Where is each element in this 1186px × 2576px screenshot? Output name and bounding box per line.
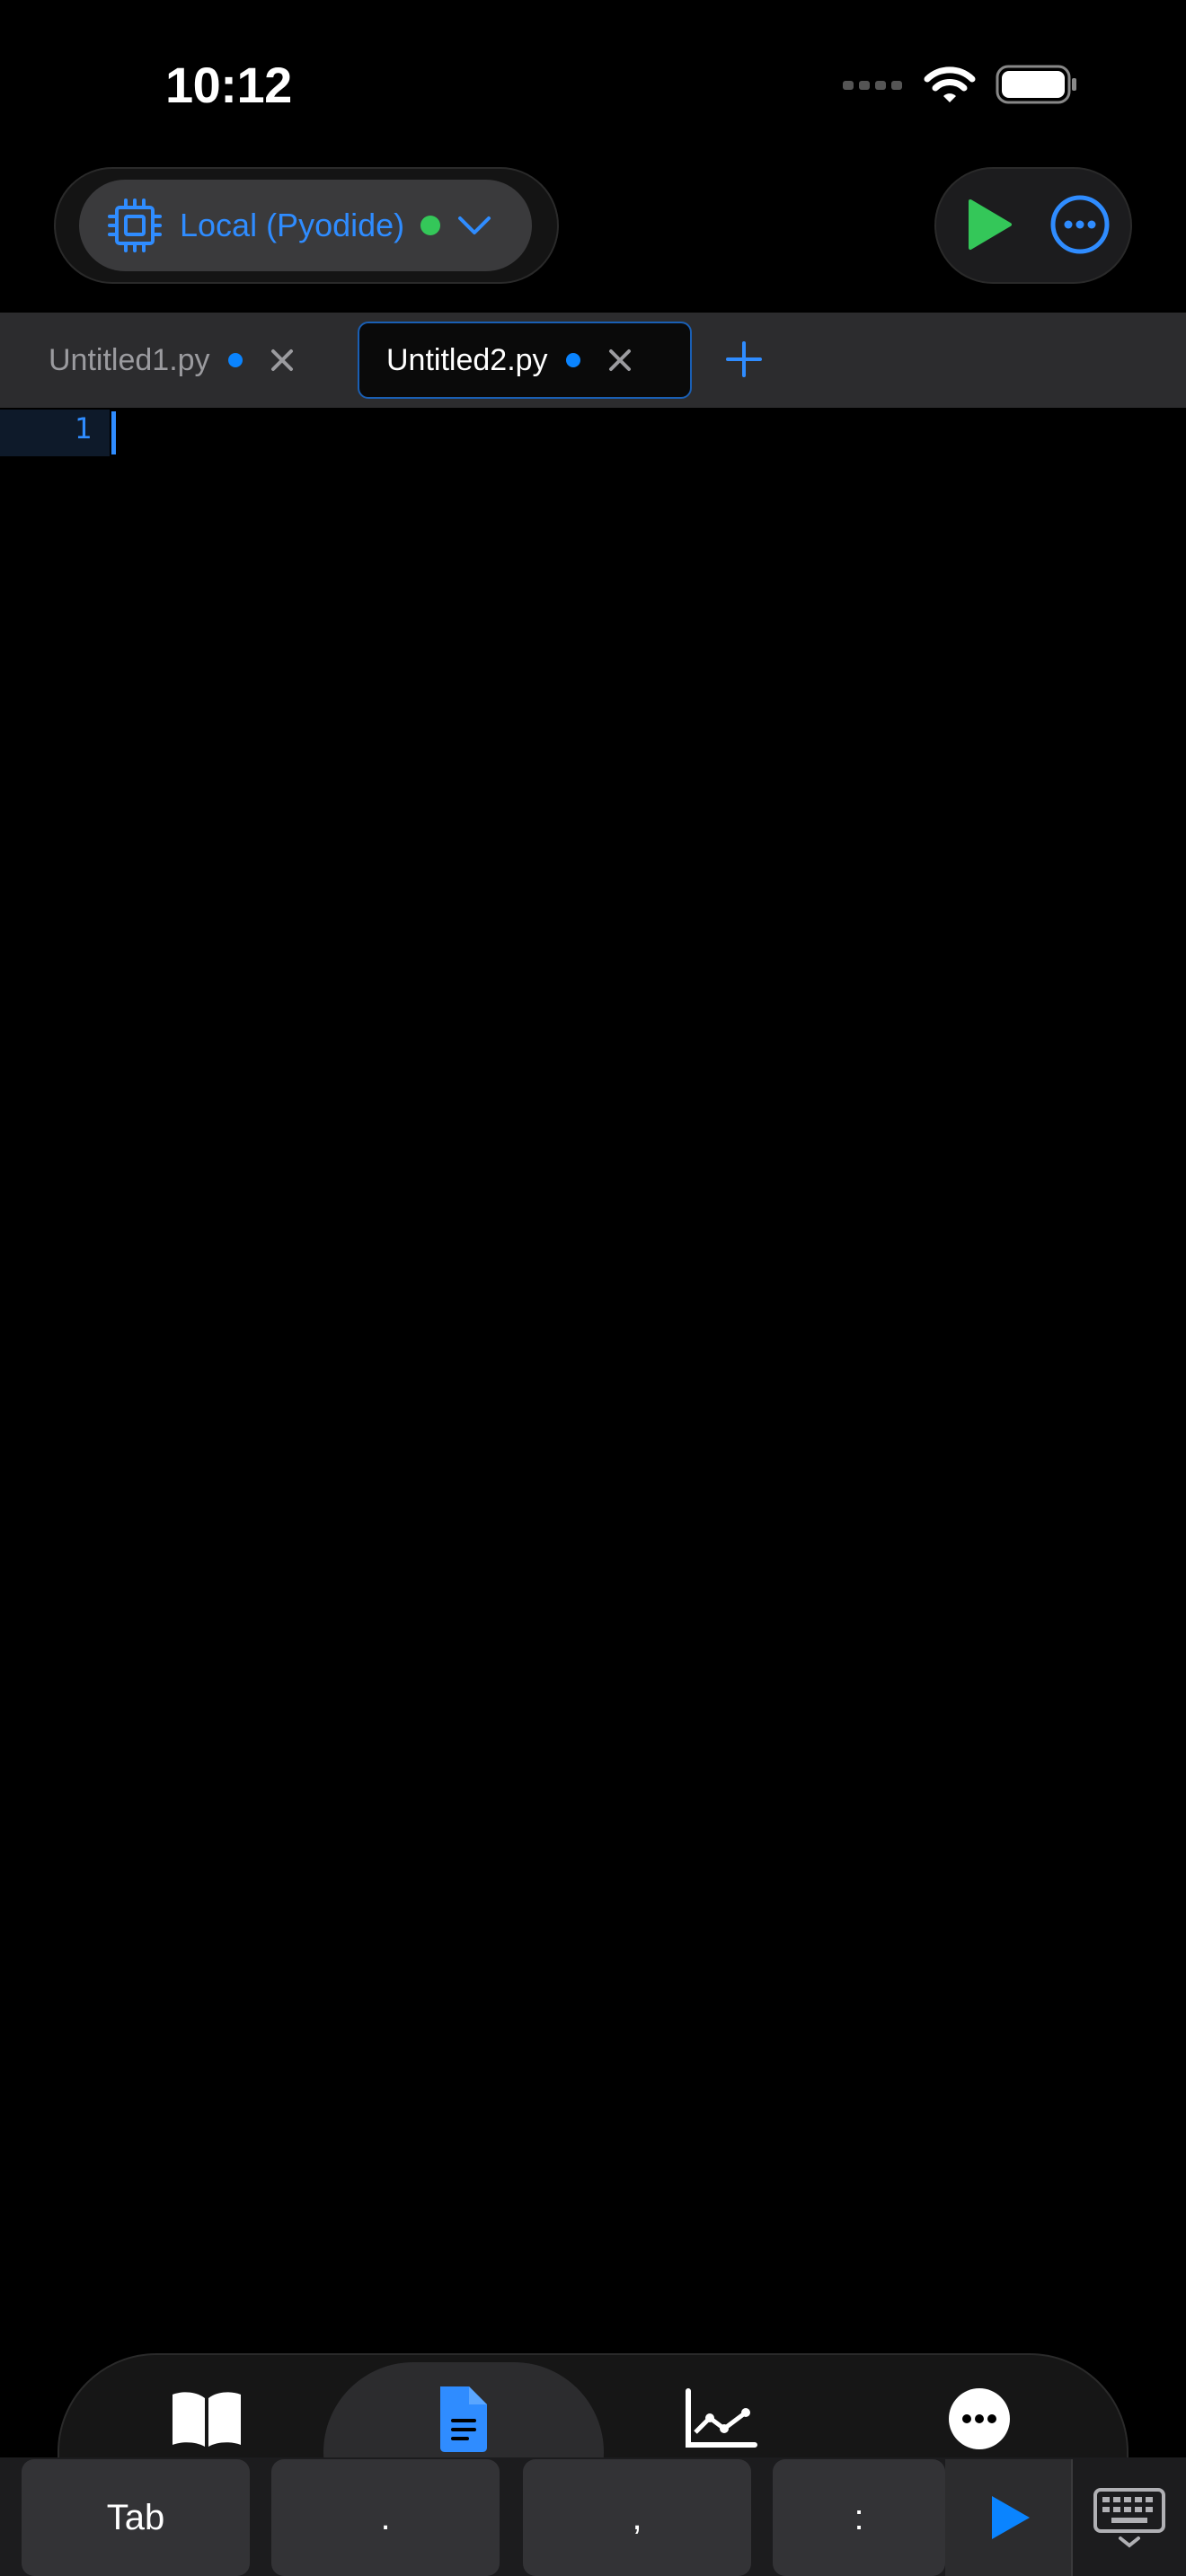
tab-bar: Untitled1.py Untitled2.py xyxy=(0,313,1186,408)
tab-label: Untitled2.py xyxy=(386,342,548,377)
key-comma[interactable]: , xyxy=(523,2459,751,2576)
book-icon xyxy=(173,2392,241,2447)
plus-icon xyxy=(726,341,762,377)
kernel-selector[interactable]: Local (Pyodide) xyxy=(79,180,532,271)
tab-label: Untitled1.py xyxy=(49,342,210,377)
nav-item-plots[interactable] xyxy=(676,2378,766,2459)
unsaved-dot xyxy=(565,353,580,367)
play-icon xyxy=(969,199,1012,250)
key-period[interactable]: . xyxy=(271,2459,500,2576)
more-circle-icon xyxy=(949,2388,1010,2449)
run-controls xyxy=(934,167,1132,284)
more-options-button[interactable] xyxy=(1049,194,1111,255)
nav-item-editor[interactable] xyxy=(419,2378,509,2459)
line-chart-icon xyxy=(686,2388,757,2448)
close-icon xyxy=(608,349,631,371)
status-time: 10:12 xyxy=(165,57,292,113)
accessory-run-button[interactable] xyxy=(945,2459,1071,2576)
line-number: 1 xyxy=(74,411,92,446)
tab-untitled1[interactable]: Untitled1.py xyxy=(27,322,332,399)
close-tab-button[interactable] xyxy=(270,348,295,373)
ellipsis-circle-icon xyxy=(1050,195,1110,254)
code-editor[interactable] xyxy=(110,410,1186,2350)
unsaved-dot xyxy=(227,353,243,367)
cellular-signal-icon xyxy=(841,77,904,96)
wifi-icon xyxy=(924,65,976,109)
add-tab-button[interactable] xyxy=(724,340,764,379)
keyboard-dismiss-icon xyxy=(1093,2488,1165,2548)
tab-untitled2[interactable]: Untitled2.py xyxy=(358,322,692,399)
nav-item-more[interactable] xyxy=(934,2378,1024,2459)
battery-icon xyxy=(996,65,1078,109)
play-icon xyxy=(992,2496,1030,2539)
key-colon[interactable]: : xyxy=(773,2459,945,2576)
cpu-chip-icon xyxy=(106,197,164,254)
close-tab-button[interactable] xyxy=(607,348,633,373)
chevron-down-icon xyxy=(456,215,492,236)
kernel-status-dot xyxy=(420,216,441,235)
key-tab[interactable]: Tab xyxy=(22,2459,250,2576)
document-icon xyxy=(440,2386,487,2452)
kernel-label: Local (Pyodide) xyxy=(180,207,405,243)
dismiss-keyboard-button[interactable] xyxy=(1071,2459,1186,2576)
nav-item-docs[interactable] xyxy=(162,2378,252,2459)
run-button[interactable] xyxy=(954,192,1019,257)
status-icons xyxy=(841,61,1078,111)
close-icon xyxy=(270,349,293,371)
